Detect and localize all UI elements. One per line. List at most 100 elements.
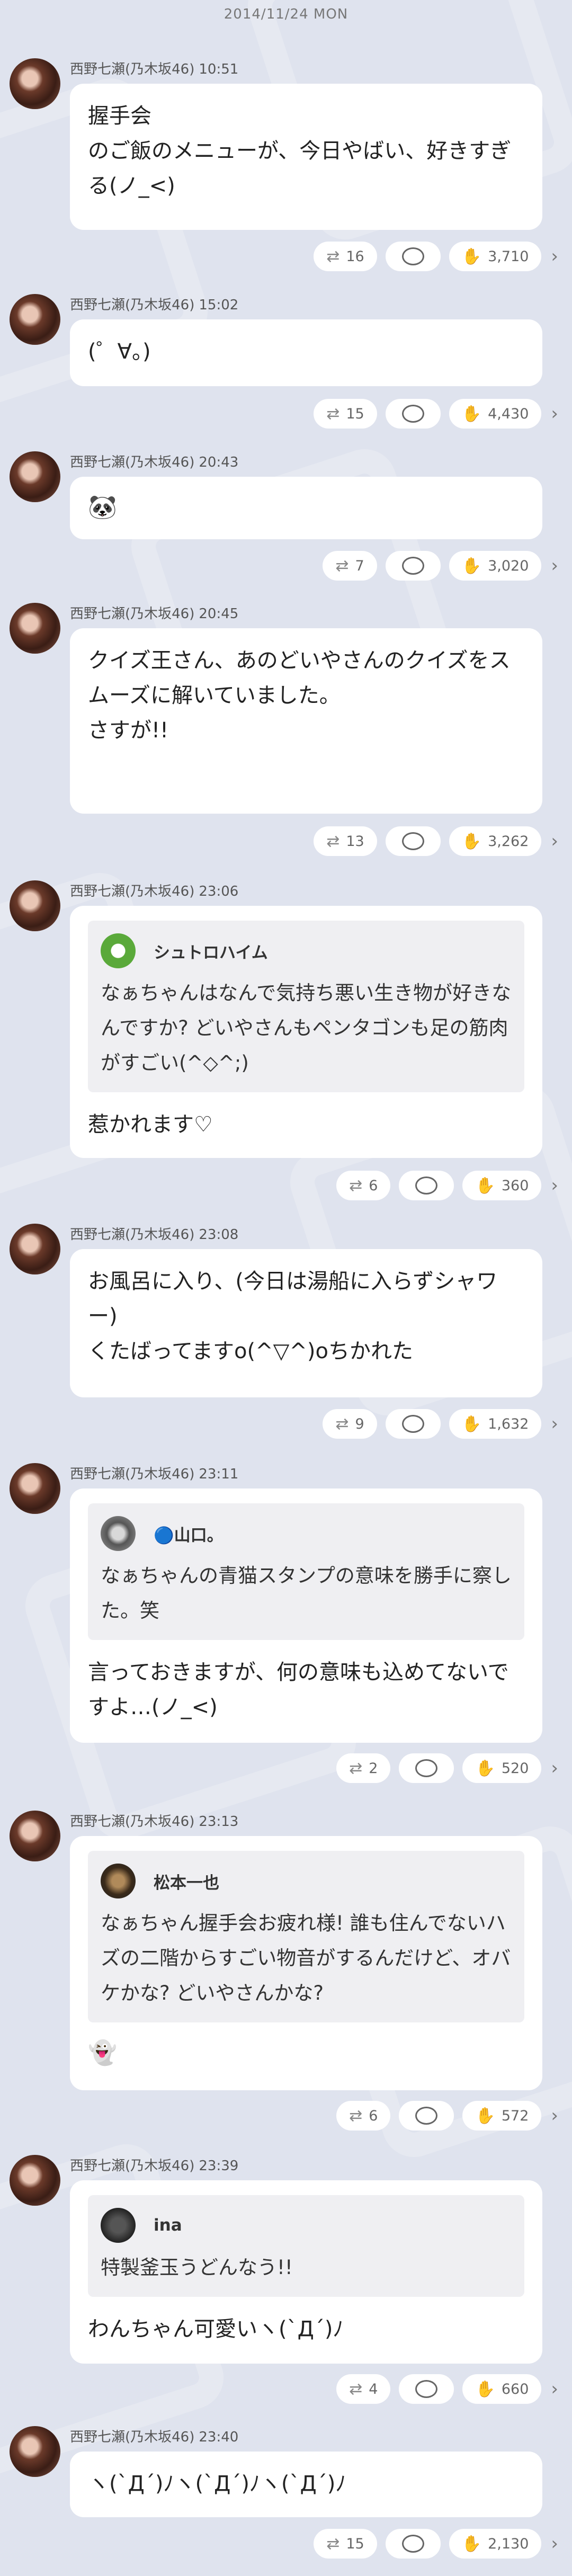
- sticker-image: 🐼: [88, 494, 117, 521]
- retweet-button[interactable]: ⇄ 13: [314, 826, 377, 856]
- retweet-icon: ⇄: [349, 2106, 363, 2125]
- like-count: 572: [501, 2107, 529, 2124]
- retweet-icon: ⇄: [335, 556, 349, 575]
- retweet-count: 6: [369, 2107, 378, 2124]
- comment-button[interactable]: [399, 1171, 454, 1200]
- date-header: 2014/11/24 MON: [224, 6, 348, 22]
- like-button[interactable]: ✋ 520: [462, 1753, 542, 1783]
- avatar[interactable]: [10, 2426, 60, 2477]
- comment-icon: [415, 1176, 438, 1195]
- message-text: お風呂に入り、(今日は湯船に入らずシャワー) くたばってますo(^▽^)oちかれ…: [88, 1269, 498, 1363]
- chevron-right-icon[interactable]: ›: [551, 831, 558, 852]
- post-meta: 西野七瀬(乃木坂46) 23:08: [70, 1224, 238, 1243]
- comment-icon: [415, 1759, 438, 1777]
- chevron-right-icon[interactable]: ›: [551, 2105, 558, 2126]
- post-time: 20:45: [199, 606, 239, 622]
- clap-icon: ✋: [461, 832, 482, 851]
- retweet-button[interactable]: ⇄ 15: [314, 399, 377, 429]
- post-time: 23:40: [199, 2429, 239, 2445]
- quoted-post[interactable]: シュトロハイム なぁちゃんはなんで気持ち悪い生き物が好きなんですか? どいやさん…: [88, 921, 524, 1092]
- like-button[interactable]: ✋ 2,130: [449, 2529, 542, 2559]
- author-name: 西野七瀬(乃木坂46): [70, 884, 195, 899]
- quoted-post[interactable]: 🔵山口。 なぁちゃんの青猫スタンプの意味を勝手に察した。笑: [88, 1503, 524, 1640]
- retweet-count: 7: [355, 557, 364, 574]
- clap-icon: ✋: [461, 247, 482, 266]
- comment-icon: [415, 2380, 438, 2398]
- comment-button[interactable]: [399, 2101, 454, 2131]
- like-count: 2,130: [488, 2535, 529, 2552]
- comment-button[interactable]: [385, 551, 441, 581]
- comment-button[interactable]: [385, 2529, 441, 2559]
- post-actions: ⇄ 15 ✋ 2,130 ›: [0, 2528, 572, 2560]
- comment-button[interactable]: [385, 826, 441, 856]
- post-actions: ⇄ 2 ✋ 520 ›: [0, 1752, 572, 1784]
- comment-button[interactable]: [399, 1753, 454, 1783]
- chevron-right-icon[interactable]: ›: [551, 246, 558, 267]
- chevron-right-icon[interactable]: ›: [551, 403, 558, 424]
- avatar[interactable]: [10, 1224, 60, 1274]
- retweet-icon: ⇄: [326, 832, 340, 851]
- retweet-button[interactable]: ⇄ 6: [336, 2101, 391, 2131]
- retweet-button[interactable]: ⇄ 2: [336, 1753, 391, 1783]
- avatar[interactable]: [10, 58, 60, 109]
- post-actions: ⇄ 9 ✋ 1,632 ›: [0, 1408, 572, 1440]
- post-meta: 西野七瀬(乃木坂46) 23:40: [70, 2426, 238, 2446]
- like-button[interactable]: ✋ 360: [462, 1171, 542, 1200]
- avatar[interactable]: [10, 1811, 60, 1861]
- like-button[interactable]: ✋ 4,430: [449, 399, 542, 429]
- post-actions: ⇄ 6 ✋ 360 ›: [0, 1170, 572, 1201]
- comment-button[interactable]: [385, 1409, 441, 1439]
- comment-icon: [401, 557, 424, 575]
- retweet-button[interactable]: ⇄ 15: [314, 2529, 377, 2559]
- message-bubble: ヽ(`Д´)ﾉヽ(`Д´)ﾉヽ(`Д´)ﾉ: [70, 2452, 542, 2517]
- clap-icon: ✋: [475, 2106, 495, 2125]
- comment-button[interactable]: [385, 242, 441, 271]
- retweet-button[interactable]: ⇄ 7: [323, 551, 377, 581]
- chevron-right-icon[interactable]: ›: [551, 555, 558, 576]
- retweet-button[interactable]: ⇄ 4: [336, 2374, 391, 2404]
- like-button[interactable]: ✋ 3,262: [449, 826, 542, 856]
- like-button[interactable]: ✋ 660: [462, 2374, 542, 2404]
- retweet-count: 15: [346, 2535, 364, 2552]
- comment-icon: [401, 405, 424, 423]
- quoted-avatar: [101, 933, 136, 968]
- like-button[interactable]: ✋ 3,020: [449, 551, 542, 581]
- avatar[interactable]: [10, 451, 60, 502]
- comment-icon: [401, 2535, 424, 2553]
- clap-icon: ✋: [461, 2534, 482, 2553]
- like-button[interactable]: ✋ 1,632: [449, 1409, 542, 1439]
- chevron-right-icon[interactable]: ›: [551, 2378, 558, 2400]
- chevron-right-icon[interactable]: ›: [551, 1413, 558, 1434]
- retweet-button[interactable]: ⇄ 16: [314, 242, 377, 271]
- like-count: 3,262: [488, 833, 529, 850]
- quoted-post[interactable]: ina 特製釜玉うどんなう!!: [88, 2195, 524, 2297]
- chevron-right-icon[interactable]: ›: [551, 1758, 558, 1779]
- quoted-post[interactable]: 松本一也 なぁちゃん握手会お疲れ様! 誰も住んでないハズの二階からすごい物音がす…: [88, 1851, 524, 2022]
- avatar[interactable]: [10, 2155, 60, 2206]
- comment-icon: [401, 832, 424, 850]
- like-button[interactable]: ✋ 572: [462, 2101, 542, 2131]
- retweet-count: 9: [355, 1415, 364, 1432]
- post-meta: 西野七瀬(乃木坂46) 23:06: [70, 880, 238, 900]
- avatar[interactable]: [10, 294, 60, 345]
- avatar[interactable]: [10, 1463, 60, 1514]
- like-button[interactable]: ✋ 3,710: [449, 242, 542, 271]
- comment-button[interactable]: [385, 399, 441, 429]
- retweet-icon: ⇄: [326, 404, 340, 423]
- quoted-name: シュトロハイム: [154, 943, 268, 962]
- author-name: 西野七瀬(乃木坂46): [70, 297, 195, 313]
- avatar[interactable]: [10, 880, 60, 931]
- comment-button[interactable]: [399, 2374, 454, 2404]
- post-meta: 西野七瀬(乃木坂46) 23:13: [70, 1811, 238, 1830]
- chevron-right-icon[interactable]: ›: [551, 2533, 558, 2554]
- quoted-name: 松本一也: [154, 1873, 219, 1893]
- quoted-name: ina: [154, 2216, 182, 2235]
- retweet-button[interactable]: ⇄ 6: [336, 1171, 391, 1200]
- retweet-button[interactable]: ⇄ 9: [323, 1409, 377, 1439]
- avatar[interactable]: [10, 603, 60, 654]
- retweet-count: 4: [369, 2381, 378, 2397]
- chevron-right-icon[interactable]: ›: [551, 1175, 558, 1196]
- clap-icon: ✋: [475, 1176, 495, 1195]
- retweet-count: 16: [346, 248, 364, 265]
- clap-icon: ✋: [461, 556, 482, 575]
